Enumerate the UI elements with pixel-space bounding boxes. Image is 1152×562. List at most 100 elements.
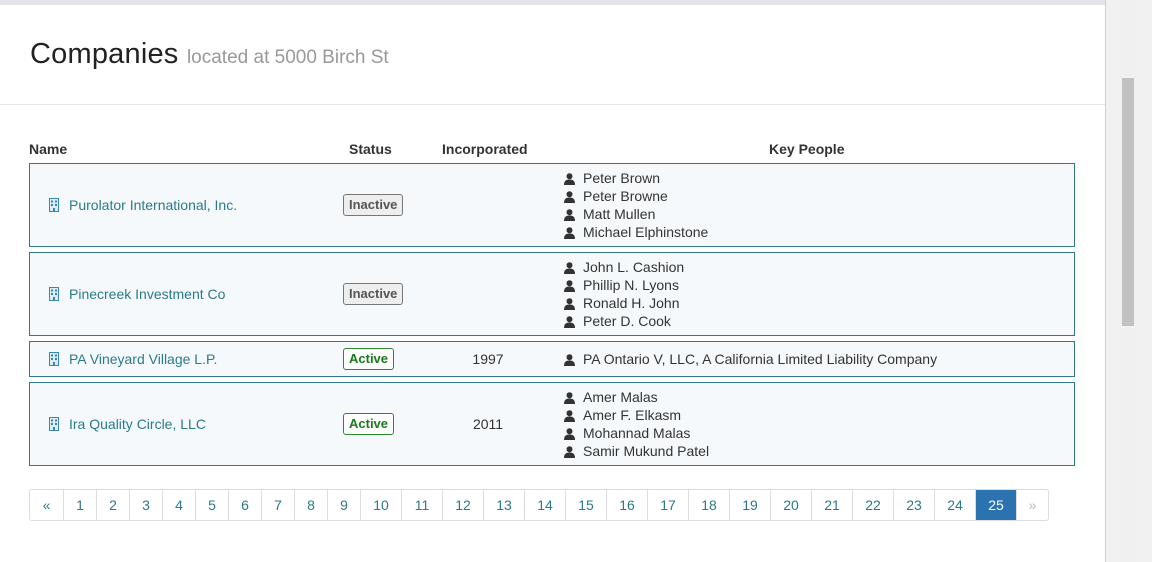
- status-badge: Inactive: [343, 194, 404, 216]
- pagination-page[interactable]: 3: [129, 490, 162, 520]
- user-icon: [564, 409, 575, 422]
- key-people-list: Amer Malas Amer F. Elkasm Mohannad Malas Sa…: [564, 388, 709, 460]
- user-icon: [564, 261, 575, 274]
- company-name-cell: Purolator International, Inc.: [49, 197, 237, 213]
- company-name-cell: Ira Quality Circle, LLC: [49, 416, 206, 432]
- pagination-page[interactable]: 24: [934, 490, 975, 520]
- person-name: Peter Brown: [583, 170, 661, 186]
- scrollbar-thumb[interactable]: [1122, 78, 1134, 326]
- person-name: Ronald H. John: [583, 295, 680, 311]
- company-link[interactable]: Ira Quality Circle, LLC: [69, 416, 206, 432]
- key-person: Michael Elphinstone: [564, 223, 708, 241]
- user-icon: [564, 208, 575, 221]
- user-icon: [564, 427, 575, 440]
- key-person: Mohannad Malas: [564, 424, 709, 442]
- status-badge: Active: [343, 348, 395, 370]
- user-icon: [564, 226, 575, 239]
- pagination-page[interactable]: 11: [401, 490, 442, 520]
- building-icon: [49, 417, 59, 431]
- pagination-page[interactable]: 16: [606, 490, 647, 520]
- person-name: John L. Cashion: [583, 259, 685, 275]
- page-subtitle: located at 5000 Birch St: [186, 47, 389, 68]
- key-people-list: John L. Cashion Phillip N. Lyons Ronald H.…: [564, 258, 684, 330]
- building-icon: [49, 198, 59, 212]
- column-header-name: Name: [29, 141, 68, 157]
- company-row: PA Vineyard Village L.P. Active 1997 PA Ont…: [29, 341, 1075, 377]
- key-person: Amer Malas: [564, 388, 709, 406]
- company-row: Ira Quality Circle, LLC Active 2011 Amer Ma…: [29, 382, 1075, 466]
- pagination-page[interactable]: 13: [483, 490, 524, 520]
- key-person: John L. Cashion: [564, 258, 684, 276]
- company-row: Pinecreek Investment Co Inactive John L. C…: [29, 252, 1075, 336]
- company-link[interactable]: PA Vineyard Village L.P.: [69, 351, 217, 367]
- building-icon: [49, 352, 59, 366]
- status-cell: Inactive: [343, 283, 404, 305]
- person-name: Mohannad Malas: [583, 425, 691, 441]
- pagination-page[interactable]: 15: [565, 490, 606, 520]
- key-person: PA Ontario V, LLC, A California Limited …: [564, 350, 937, 368]
- pagination-page[interactable]: 9: [327, 490, 360, 520]
- pagination-page[interactable]: 14: [524, 490, 565, 520]
- person-name: Amer F. Elkasm: [583, 407, 682, 423]
- pagination-page[interactable]: 10: [360, 490, 401, 520]
- person-name: PA Ontario V, LLC, A California Limited …: [583, 351, 938, 367]
- pagination-page[interactable]: 1: [63, 490, 96, 520]
- column-header-status: Status: [349, 141, 392, 157]
- column-header-incorporated: Incorporated: [442, 141, 528, 157]
- person-name: Peter Browne: [583, 188, 668, 204]
- status-badge: Active: [343, 413, 395, 435]
- key-person: Matt Mullen: [564, 205, 708, 223]
- pagination-page[interactable]: 4: [162, 490, 195, 520]
- incorporated-year: 1997: [472, 351, 504, 367]
- pagination: «1 2 3 4 5 6 7 8 9 10 11 12 13 14 15 16 17 18 19 20 21 22 23 24…: [29, 489, 1049, 521]
- header-divider: [0, 104, 1105, 105]
- company-row: Purolator International, Inc. Inactive Pet…: [29, 163, 1075, 247]
- user-icon: [564, 445, 575, 458]
- status-cell: Active: [343, 348, 395, 370]
- user-icon: [564, 297, 575, 310]
- key-person: Ronald H. John: [564, 294, 684, 312]
- person-name: Peter D. Cook: [583, 313, 671, 329]
- pagination-page[interactable]: 18: [688, 490, 729, 520]
- pagination-page[interactable]: 7: [261, 490, 294, 520]
- key-person: Peter D. Cook: [564, 312, 684, 330]
- page-title: Companies: [30, 38, 179, 70]
- pagination-page[interactable]: 8: [294, 490, 327, 520]
- pagination-page[interactable]: 6: [228, 490, 261, 520]
- pagination-page[interactable]: 17: [647, 490, 688, 520]
- top-strip: [0, 0, 1105, 5]
- pagination-page[interactable]: 2: [96, 490, 129, 520]
- key-people-list: Peter Brown Peter Browne Matt Mullen Michae…: [564, 169, 708, 241]
- page-header: Companies located at 5000 Birch St: [30, 38, 389, 71]
- pagination-next: »: [1016, 490, 1048, 520]
- pagination-page[interactable]: 12: [442, 490, 483, 520]
- company-link[interactable]: Purolator International, Inc.: [69, 197, 237, 213]
- company-link[interactable]: Pinecreek Investment Co: [69, 286, 225, 302]
- pagination-page[interactable]: 5: [195, 490, 228, 520]
- status-badge: Inactive: [343, 283, 404, 305]
- person-name: Michael Elphinstone: [583, 224, 709, 240]
- company-name-cell: Pinecreek Investment Co: [49, 286, 225, 302]
- key-person: Peter Brown: [564, 169, 708, 187]
- column-header-key-people: Key People: [769, 141, 845, 157]
- pagination-prev[interactable]: «: [30, 490, 63, 520]
- pagination-page[interactable]: 21: [811, 490, 852, 520]
- pagination-page[interactable]: 20: [770, 490, 811, 520]
- pagination-page[interactable]: 22: [852, 490, 893, 520]
- person-name: Amer Malas: [583, 389, 658, 405]
- person-name: Samir Mukund Patel: [583, 443, 710, 459]
- pagination-page[interactable]: 19: [729, 490, 770, 520]
- pagination-page[interactable]: 23: [893, 490, 934, 520]
- user-icon: [564, 190, 575, 203]
- incorporated-year: 2011: [472, 416, 504, 432]
- key-person: Phillip N. Lyons: [564, 276, 684, 294]
- pagination-page[interactable]: 25: [975, 490, 1016, 520]
- status-cell: Active: [343, 413, 395, 435]
- key-people-list: PA Ontario V, LLC, A California Limited …: [564, 350, 937, 368]
- key-person: Samir Mukund Patel: [564, 442, 709, 460]
- user-icon: [564, 315, 575, 328]
- user-icon: [564, 391, 575, 404]
- building-icon: [49, 287, 59, 301]
- user-icon: [564, 353, 575, 366]
- key-person: Peter Browne: [564, 187, 708, 205]
